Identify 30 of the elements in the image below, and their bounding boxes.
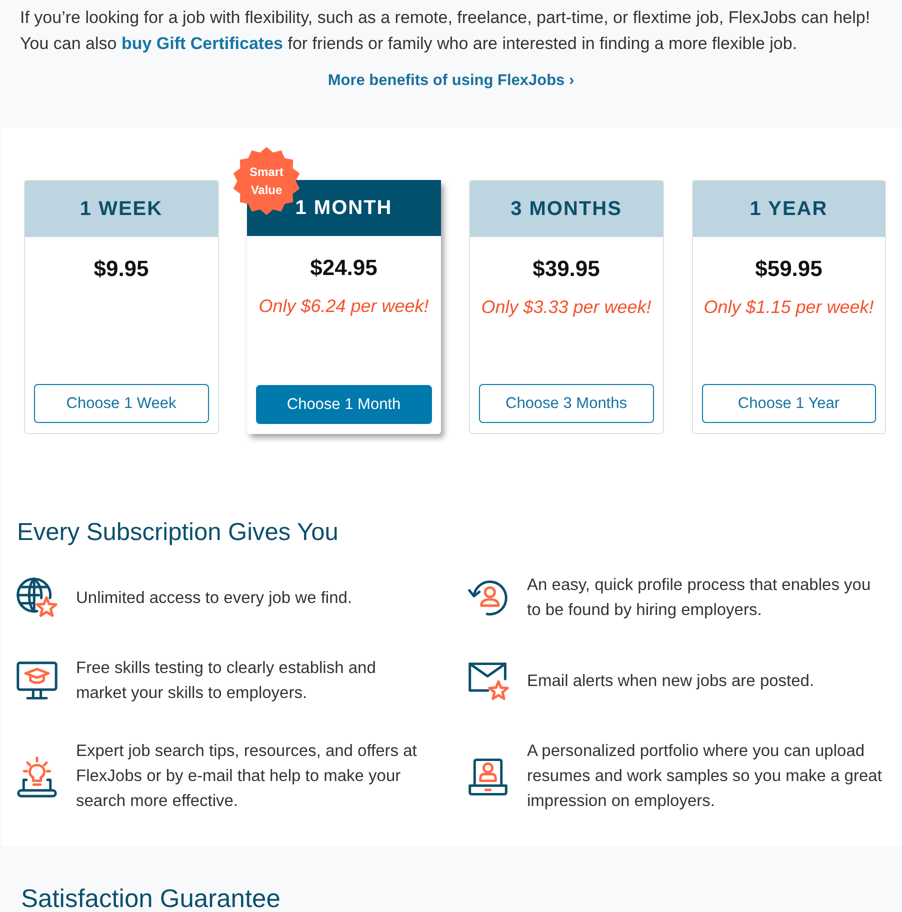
lightbulb-laptop-icon	[16, 756, 58, 798]
more-benefits-link[interactable]: More benefits of using FlexJobs ›	[328, 70, 574, 92]
section-title: Satisfaction Guarantee	[21, 884, 282, 912]
gift-certificates-link[interactable]: buy Gift Certificates	[121, 34, 284, 53]
weekly-price-note: Only $3.33 per week!	[481, 296, 652, 318]
weekly-price-note: Only $1.15 per week!	[704, 296, 874, 318]
choose-plan-button[interactable]: Choose 1 Year	[702, 384, 876, 423]
plan-price: $24.95	[310, 255, 378, 281]
weekly-price-note: Only $6.24 per week!	[258, 295, 429, 317]
feature-text: Expert job search tips, resources, and offers at FlexJobs or by e-mail that help to make your search more effective.	[76, 741, 418, 812]
feature-text: An easy, quick profile process that enables you to be found by hiring employers.	[527, 575, 872, 621]
section-title: Every Subscription Gives You	[17, 518, 340, 548]
intro-paragraph: If you’re looking for a job with flexibility, such as a remote, freelance, part-time, or flextime job, FlexJobs can help! You can also buy Gift Certificates for friends or family who are interested in finding a more flexible job.	[20, 7, 872, 55]
feature-text: A personalized portfolio where you can upload resumes and work samples so you make a great impression on employers.	[527, 741, 883, 812]
globe-star-icon	[16, 577, 58, 619]
plan-title-bar: 3 MONTHS	[470, 181, 662, 237]
plan-price: $9.95	[94, 256, 149, 282]
choose-plan-button[interactable]: Choose 1 Month	[256, 385, 432, 424]
plan-price: $59.95	[755, 256, 822, 282]
feature-text: Unlimited access to every job we find.	[76, 588, 352, 608]
feature-text: Free skills testing to clearly establish and market your skills to employers.	[76, 658, 377, 704]
choose-plan-button[interactable]: Choose 3 Months	[479, 384, 654, 423]
envelope-star-icon	[467, 660, 509, 702]
plan-title-bar: 1 YEAR	[692, 181, 885, 237]
plan-title-bar: 1 WEEK	[25, 181, 218, 237]
monitor-graduation-cap-icon	[16, 660, 58, 702]
plan-price: $39.95	[532, 256, 600, 282]
choose-plan-button[interactable]: Choose 1 Week	[34, 384, 208, 423]
feature-text: Email alerts when new jobs are posted.	[527, 670, 814, 692]
laptop-person-icon	[467, 756, 509, 798]
